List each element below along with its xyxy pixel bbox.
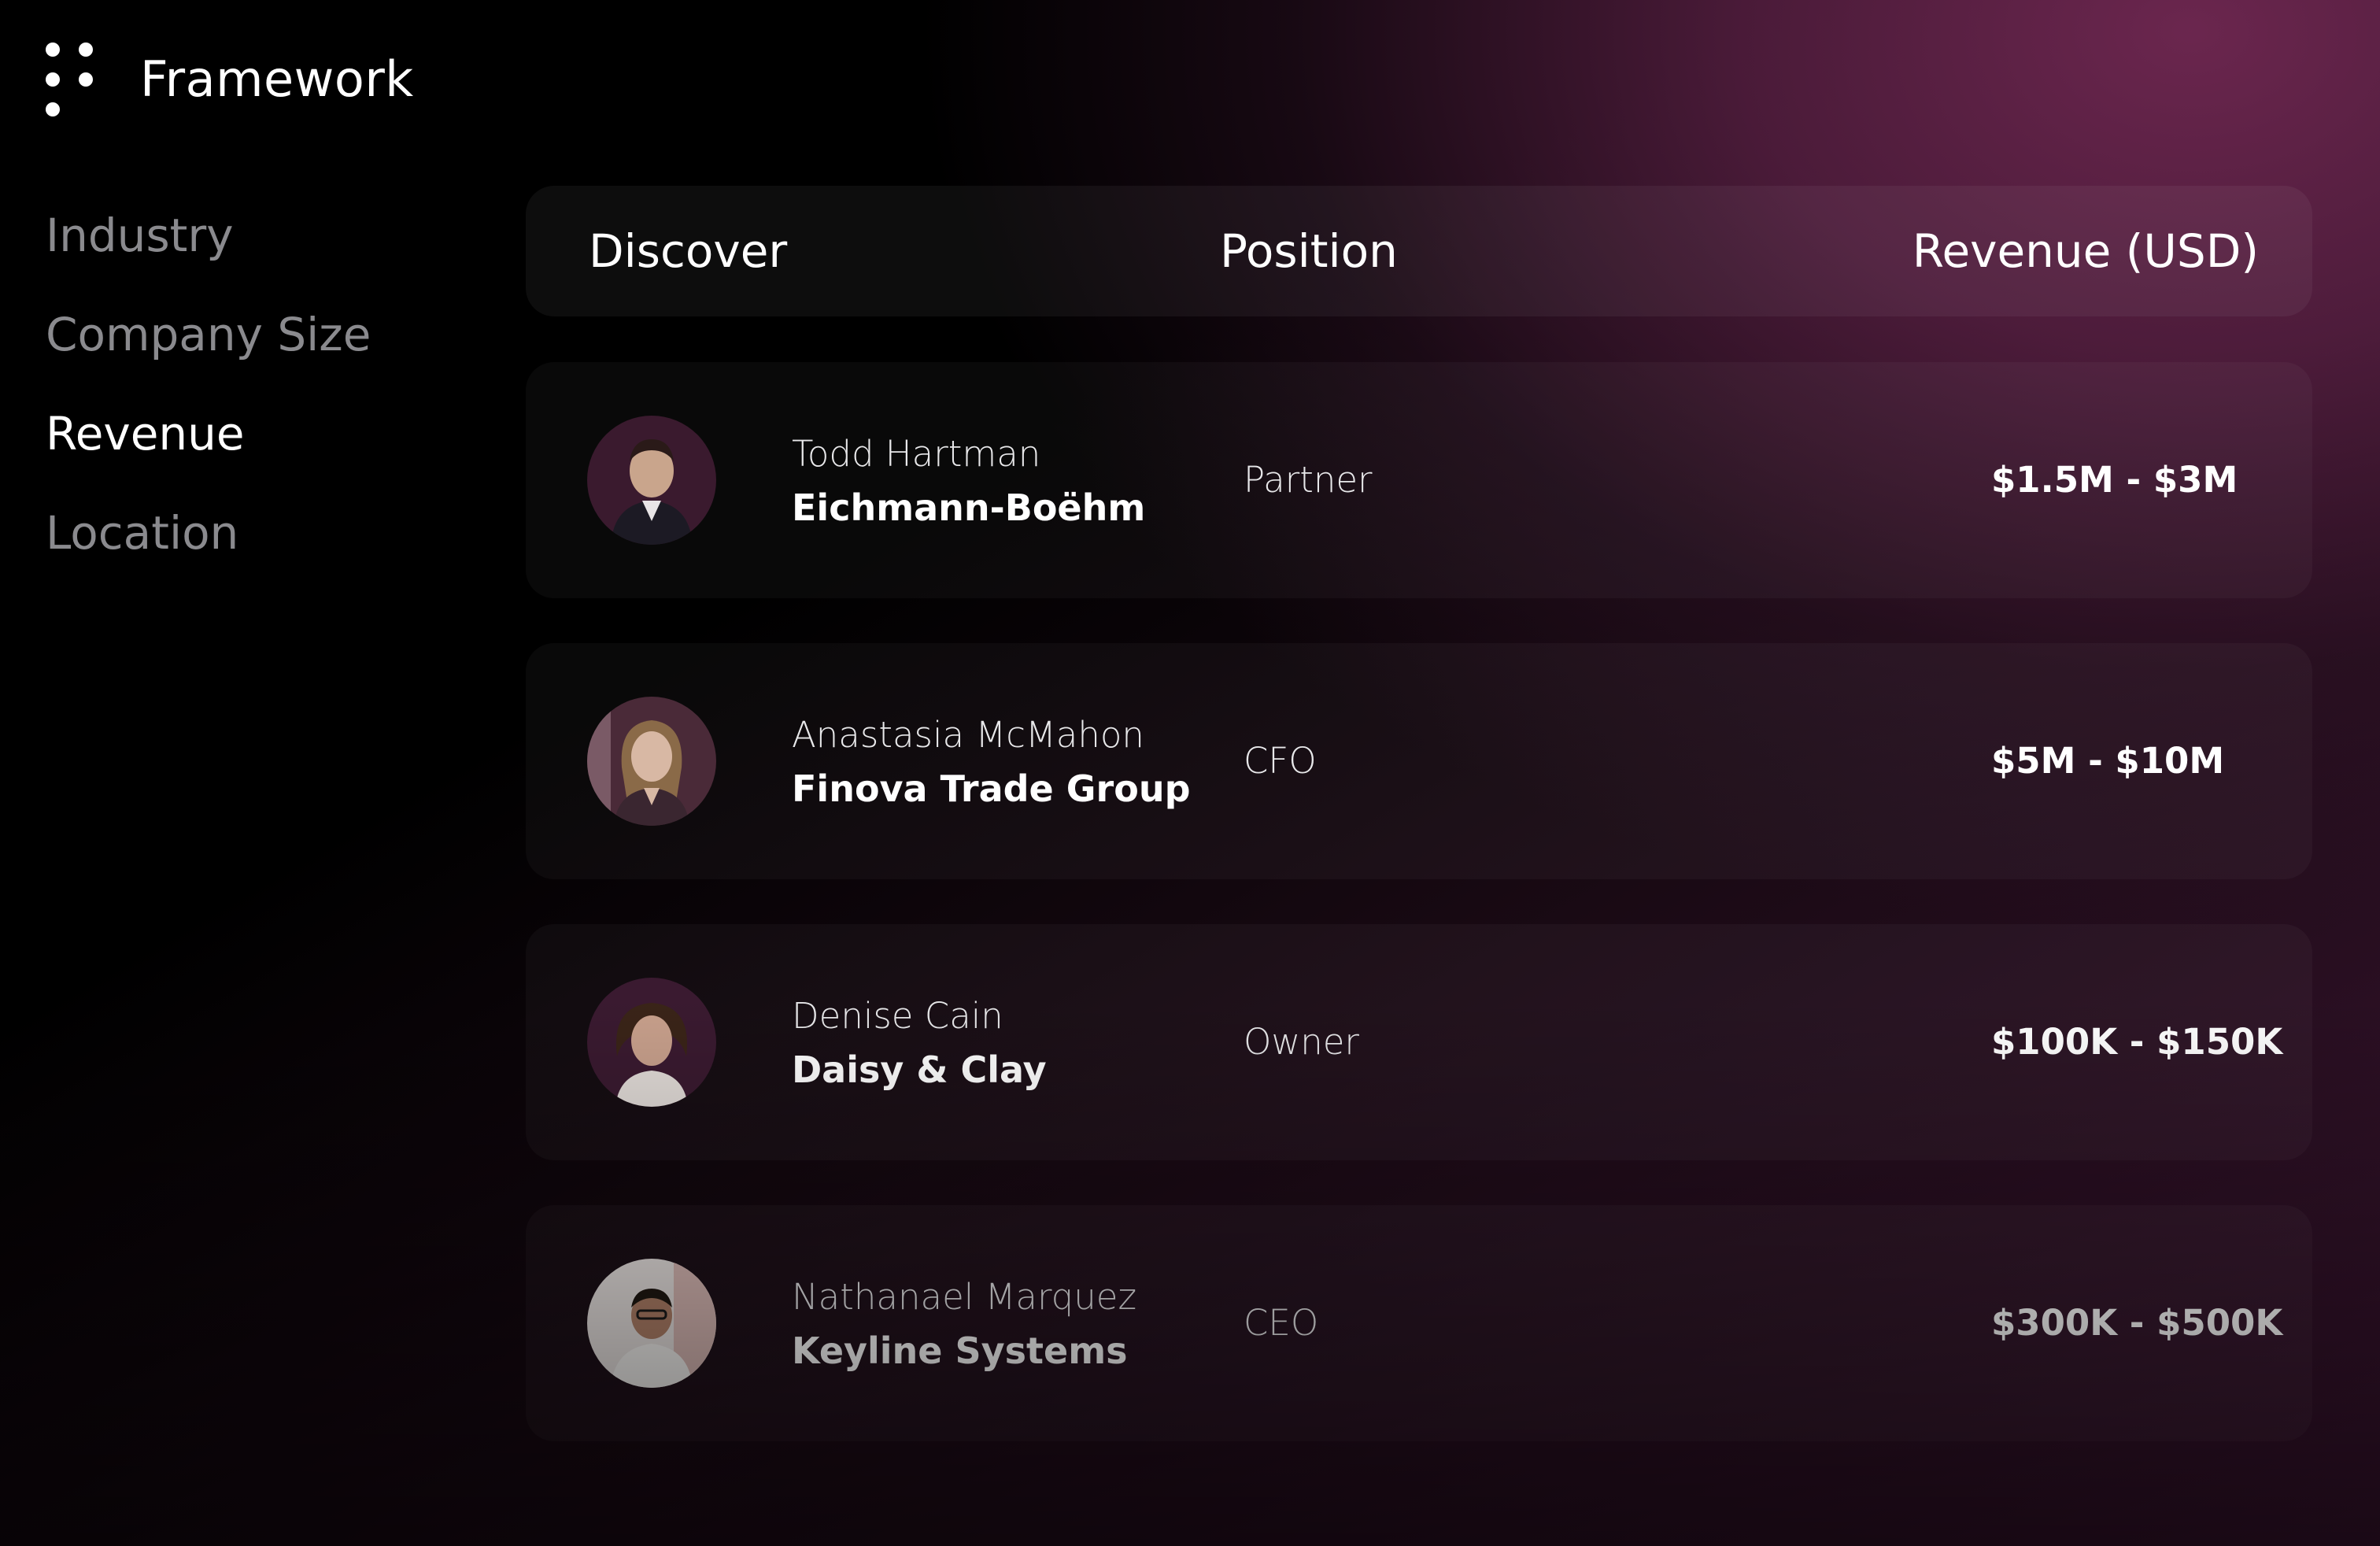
position-cell: Owner	[1244, 1021, 1359, 1063]
table-row[interactable]: Anastasia McMahon Finova Trade Group CFO…	[526, 643, 2312, 879]
company-name: Eichmann-Boëhm	[792, 486, 1146, 529]
revenue-cell: $300K - $500K	[1991, 1302, 2283, 1344]
company-name: Finova Trade Group	[792, 767, 1191, 810]
person-name: Nathanael Marquez	[792, 1276, 1137, 1318]
person-name: Anastasia McMahon	[792, 714, 1144, 756]
sidebar-item-industry[interactable]: Industry	[46, 213, 371, 258]
sidebar-item-location[interactable]: Location	[46, 510, 371, 556]
company-name: Daisy & Clay	[792, 1049, 1047, 1091]
revenue-cell: $100K - $150K	[1991, 1021, 2283, 1063]
table-header: Discover Position Revenue (USD)	[526, 186, 2312, 316]
table-row[interactable]: Todd Hartman Eichmann-Boëhm Partner $1.5…	[526, 362, 2312, 598]
app-window: Framework Industry Company Size Revenue …	[0, 0, 2380, 1546]
revenue-cell: $5M - $10M	[1991, 740, 2225, 782]
person-avatar-icon	[587, 416, 716, 545]
table-row[interactable]: Denise Cain Daisy & Clay Owner $100K - $…	[526, 924, 2312, 1160]
position-cell: CFO	[1244, 740, 1317, 782]
app-title: Framework	[140, 50, 414, 108]
sidebar-nav: Industry Company Size Revenue Location	[46, 213, 371, 556]
person-avatar-icon	[587, 1259, 716, 1388]
column-header-position[interactable]: Position	[1220, 186, 1398, 316]
position-cell: Partner	[1244, 459, 1373, 501]
table-row[interactable]: Nathanael Marquez Keyline Systems CEO $3…	[526, 1205, 2312, 1441]
sidebar-item-company-size[interactable]: Company Size	[46, 312, 371, 357]
app-logo[interactable]: Framework	[44, 39, 414, 118]
person-name: Denise Cain	[792, 995, 1003, 1037]
column-header-revenue[interactable]: Revenue (USD)	[1913, 186, 2259, 316]
position-cell: CEO	[1244, 1302, 1319, 1344]
revenue-cell: $1.5M - $3M	[1991, 459, 2238, 501]
person-avatar-icon	[587, 978, 716, 1107]
dots-logo-icon	[44, 39, 94, 118]
person-name: Todd Hartman	[792, 433, 1041, 475]
sidebar-item-revenue[interactable]: Revenue	[46, 411, 371, 457]
company-name: Keyline Systems	[792, 1330, 1128, 1372]
person-avatar-icon	[587, 697, 716, 826]
column-header-discover[interactable]: Discover	[589, 186, 787, 316]
